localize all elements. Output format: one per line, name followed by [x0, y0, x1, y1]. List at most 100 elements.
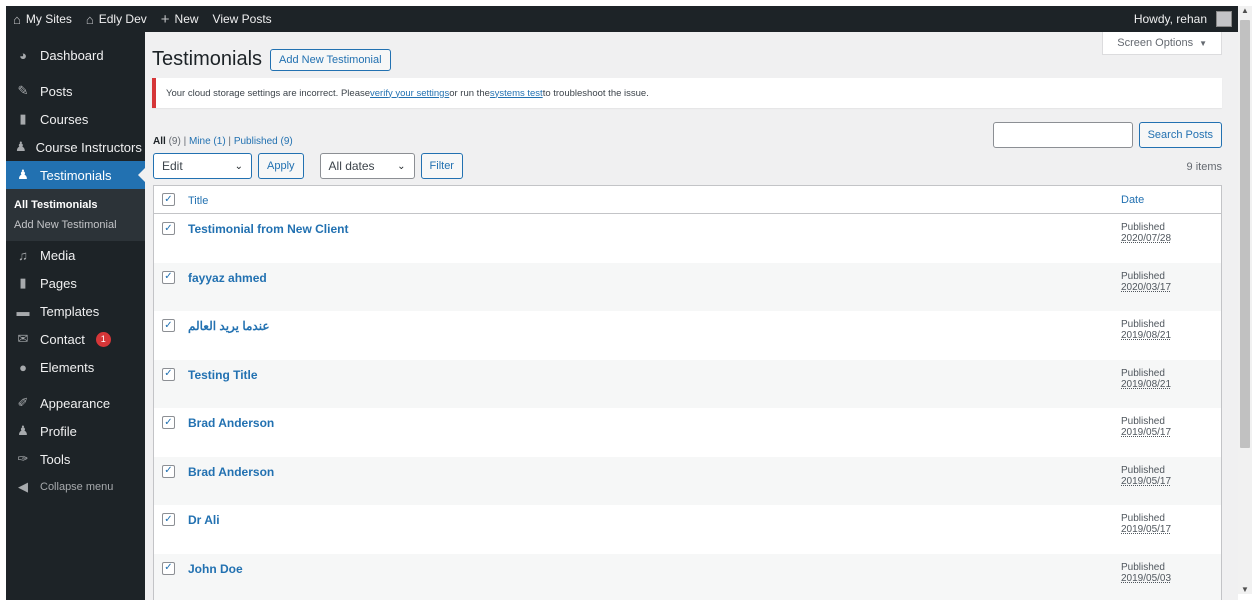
systems-test-link[interactable]: systems test [490, 88, 543, 99]
table-row: ✓ John Doe Published 2019/05/03 [154, 553, 1221, 600]
row-checkbox[interactable]: ✓ [162, 416, 175, 429]
sidebar-item-label: Elements [40, 359, 95, 375]
notice-text: Your cloud storage settings are incorrec… [166, 87, 371, 99]
sidebar-item-label: Tools [40, 451, 71, 467]
notice-text: to troubleshoot the issue. [542, 87, 649, 99]
media-icon: ♫ [18, 247, 28, 263]
row-checkbox[interactable]: ✓ [162, 464, 175, 478]
row-title-link[interactable]: عندما يريد العالم [188, 319, 270, 333]
admin-sidebar: ◕ Dashboard ✎ Posts ▮ Courses ♟ Course I… [6, 32, 145, 600]
my-sites-menu[interactable]: ⌂ My Sites [6, 6, 79, 32]
verify-settings-link[interactable]: verify your settings [370, 88, 449, 99]
apply-button[interactable]: Apply [258, 153, 304, 179]
scroll-down-icon[interactable]: ▼ [1238, 585, 1252, 594]
table-row: ✓ Brad Anderson Published 2019/05/17 [154, 408, 1221, 457]
row-date: 2020/07/28 [1121, 233, 1172, 244]
filter-mine-count: (1) [213, 136, 226, 147]
sidebar-item-label: Profile [40, 423, 77, 439]
sidebar-item-testimonials[interactable]: ♟ Testimonials [6, 161, 145, 189]
sidebar-item-templates[interactable]: ▬ Templates [6, 297, 145, 325]
filter-all-label: All [153, 136, 166, 147]
notice-text: or run the [449, 87, 490, 99]
sidebar-item-elements[interactable]: ● Elements [6, 353, 145, 381]
date-filter-select[interactable]: All dates ⌄ [319, 153, 415, 179]
testimonials-table: ✓ Title Date ✓ Testimonial from New Clie… [153, 185, 1222, 600]
filter-all-link[interactable]: All [153, 136, 166, 147]
search-input[interactable] [992, 122, 1133, 148]
row-title-link[interactable]: Brad Anderson [188, 465, 274, 479]
items-count: 9 items [1186, 161, 1222, 173]
row-status: Published [1121, 416, 1165, 427]
scrollbar-thumb[interactable] [1240, 20, 1250, 448]
filter-mine-link[interactable]: Mine (1) [189, 136, 226, 147]
sidebar-item-appearance[interactable]: ✐ Appearance [6, 389, 145, 417]
submenu-add-new-testimonial[interactable]: Add New Testimonial [6, 215, 145, 235]
filter-published-label: Published [233, 136, 278, 147]
title-column-header[interactable]: Title [188, 195, 208, 207]
row-title-link[interactable]: Brad Anderson [188, 416, 274, 430]
submenu-all-testimonials[interactable]: All Testimonials [6, 195, 145, 215]
sidebar-item-posts[interactable]: ✎ Posts [6, 77, 145, 105]
row-checkbox[interactable]: ✓ [162, 513, 175, 526]
row-status: Published [1121, 513, 1165, 524]
sidebar-item-courses[interactable]: ▮ Courses [6, 105, 145, 133]
account-menu[interactable]: Howdy, rehan [1127, 6, 1238, 32]
sidebar-item-pages[interactable]: ▮ Pages [6, 269, 145, 297]
filter-all-count: (9) [168, 136, 181, 147]
row-checkbox[interactable]: ✓ [162, 367, 175, 381]
site-name-label: Edly Dev [98, 12, 147, 26]
row-checkbox[interactable]: ✓ [162, 319, 175, 332]
sidebar-item-contact[interactable]: ✉ Contact 1 [6, 325, 145, 353]
row-checkbox[interactable]: ✓ [162, 561, 175, 575]
sidebar-item-dashboard[interactable]: ◕ Dashboard [6, 41, 145, 69]
row-title-link[interactable]: Testimonial from New Client [188, 222, 348, 236]
sidebar-item-label: Appearance [40, 395, 111, 411]
row-checkbox[interactable]: ✓ [162, 222, 175, 235]
row-title-link[interactable]: Dr Ali [188, 513, 220, 527]
dashboard-icon: ◕ [19, 47, 27, 63]
sidebar-item-profile[interactable]: ♟ Profile [6, 417, 145, 445]
filter-published-count: (9) [280, 136, 293, 147]
sidebar-item-media[interactable]: ♫ Media [6, 241, 145, 269]
new-content-menu[interactable]: + New [154, 6, 206, 32]
table-row: ✓ fayyaz ahmed Published 2020/03/17 [154, 262, 1221, 311]
table-row: ✓ عندما يريد العالم Published 2019/08/21 [154, 311, 1221, 360]
user-icon: ♟ [17, 167, 29, 182]
filter-published-link[interactable]: Published (9) [234, 136, 293, 147]
wrench-icon: ✑ [17, 451, 29, 466]
scroll-up-icon[interactable]: ▲ [1238, 6, 1252, 15]
sidebar-item-label: Course Instructors [35, 139, 142, 155]
bulk-action-select[interactable]: Edit ⌄ [153, 153, 252, 179]
row-title-link[interactable]: Testing Title [188, 368, 258, 382]
error-notice: Your cloud storage settings are incorrec… [152, 78, 1222, 108]
search-posts-button[interactable]: Search Posts [1138, 122, 1222, 148]
filter-mine-label: Mine [188, 136, 211, 147]
add-new-testimonial-button[interactable]: Add New Testimonial [270, 48, 391, 71]
screen-options-label: Screen Options [1117, 37, 1194, 49]
row-status: Published [1121, 319, 1165, 330]
date-column-header[interactable]: Date [1121, 194, 1144, 206]
collapse-menu-button[interactable]: ◀ Collapse menu [6, 473, 145, 501]
screen-options-button[interactable]: Screen Options ▼ [1102, 32, 1222, 55]
table-header: ✓ Title Date [154, 186, 1221, 214]
notification-badge: 1 [95, 331, 111, 347]
filter-button[interactable]: Filter [420, 153, 463, 179]
pushpin-icon: ✎ [17, 83, 29, 98]
row-date: 2019/05/17 [1121, 475, 1172, 487]
site-name-menu[interactable]: ⌂ Edly Dev [79, 6, 154, 32]
page-title: Testimonials [152, 48, 263, 70]
row-title-link[interactable]: John Doe [188, 562, 243, 576]
select-all-checkbox[interactable]: ✓ [162, 193, 175, 206]
sidebar-item-course-instructors[interactable]: ♟ Course Instructors [6, 133, 145, 161]
paintbrush-icon: ✐ [17, 395, 29, 410]
howdy-label: Howdy, rehan [1133, 12, 1207, 26]
sidebar-item-tools[interactable]: ✑ Tools [6, 445, 145, 473]
sidebar-item-label: Contact [40, 331, 85, 347]
page-scrollbar[interactable]: ▲ ▼ [1238, 6, 1252, 594]
row-date: 2019/08/21 [1121, 330, 1172, 341]
row-status: Published [1121, 222, 1165, 233]
row-checkbox[interactable]: ✓ [162, 270, 175, 284]
row-title-link[interactable]: fayyaz ahmed [188, 271, 267, 285]
view-posts-link[interactable]: View Posts [206, 6, 279, 32]
elements-icon: ● [19, 359, 27, 375]
